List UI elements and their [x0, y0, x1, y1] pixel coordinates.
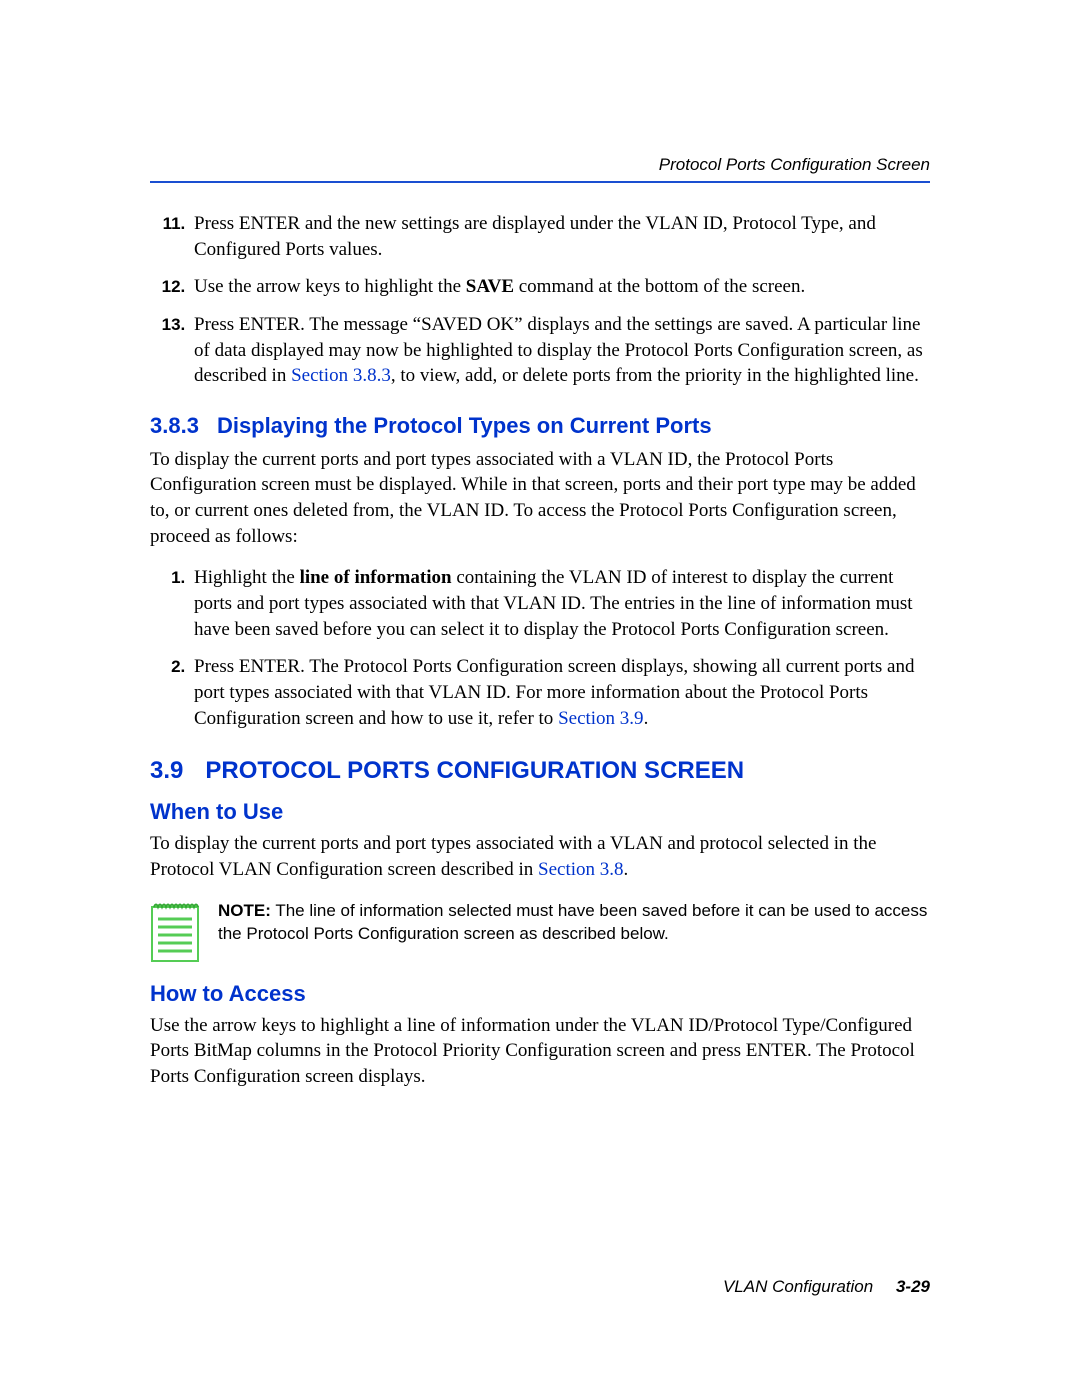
note-text: NOTE: The line of information selected m… — [218, 899, 930, 947]
footer-title: VLAN Configuration — [723, 1277, 873, 1296]
step-11: Press ENTER and the new settings are dis… — [190, 211, 930, 262]
step-text: Press ENTER and the new settings are dis… — [194, 213, 876, 260]
step-12: Use the arrow keys to highlight the SAVE… — [190, 274, 930, 300]
step-text-prefix: Highlight the — [194, 567, 300, 588]
section-link[interactable]: Section 3.8 — [538, 859, 624, 880]
subheading-how-to-access: How to Access — [150, 981, 930, 1007]
step-13: Press ENTER. The message “SAVED OK” disp… — [190, 312, 930, 389]
section-link[interactable]: Section 3.9 — [558, 708, 644, 729]
step-text-suffix: , to view, add, or delete ports from the… — [391, 365, 919, 386]
footer-page-number: 3-29 — [896, 1277, 930, 1296]
note-label: NOTE: — [218, 901, 271, 920]
note-block: NOTE: The line of information selected m… — [150, 899, 930, 963]
document-page: Protocol Ports Configuration Screen Pres… — [0, 0, 1080, 1397]
heading-number: 3.9 — [150, 757, 183, 785]
heading-number: 3.8.3 — [150, 413, 199, 439]
notepad-icon — [150, 899, 200, 963]
header-rule — [150, 181, 930, 183]
step-1: Highlight the line of information contai… — [190, 565, 930, 642]
subheading-when-to-use: When to Use — [150, 799, 930, 825]
section-intro: To display the current ports and port ty… — [150, 447, 930, 550]
heading-title: PROTOCOL PORTS CONFIGURATION SCREEN — [205, 757, 744, 784]
ordered-steps-continued: Press ENTER and the new settings are dis… — [150, 211, 930, 389]
heading-3-8-3: 3.8.3 Displaying the Protocol Types on Cu… — [150, 413, 930, 439]
step-text-bold: line of information — [300, 567, 452, 588]
step-text-bold: SAVE — [466, 276, 514, 297]
heading-3-9: 3.9 PROTOCOL PORTS CONFIGURATION SCREEN — [150, 757, 930, 785]
how-to-access-text: Use the arrow keys to highlight a line o… — [150, 1013, 930, 1090]
page-footer: VLAN Configuration 3-29 — [723, 1277, 930, 1297]
text-suffix: . — [624, 859, 629, 880]
text-prefix: To display the current ports and port ty… — [150, 833, 876, 880]
step-text-prefix: Press ENTER. The Protocol Ports Configur… — [194, 656, 915, 728]
running-header: Protocol Ports Configuration Screen — [150, 155, 930, 175]
step-2: Press ENTER. The Protocol Ports Configur… — [190, 654, 930, 731]
note-body: The line of information selected must ha… — [218, 901, 927, 944]
step-text-prefix: Use the arrow keys to highlight the — [194, 276, 466, 297]
step-text-suffix: . — [644, 708, 649, 729]
ordered-steps-383: Highlight the line of information contai… — [150, 565, 930, 731]
step-text-suffix: command at the bottom of the screen. — [514, 276, 805, 297]
when-to-use-text: To display the current ports and port ty… — [150, 831, 930, 882]
heading-title: Displaying the Protocol Types on Current… — [217, 413, 712, 438]
section-link[interactable]: Section 3.8.3 — [291, 365, 391, 386]
